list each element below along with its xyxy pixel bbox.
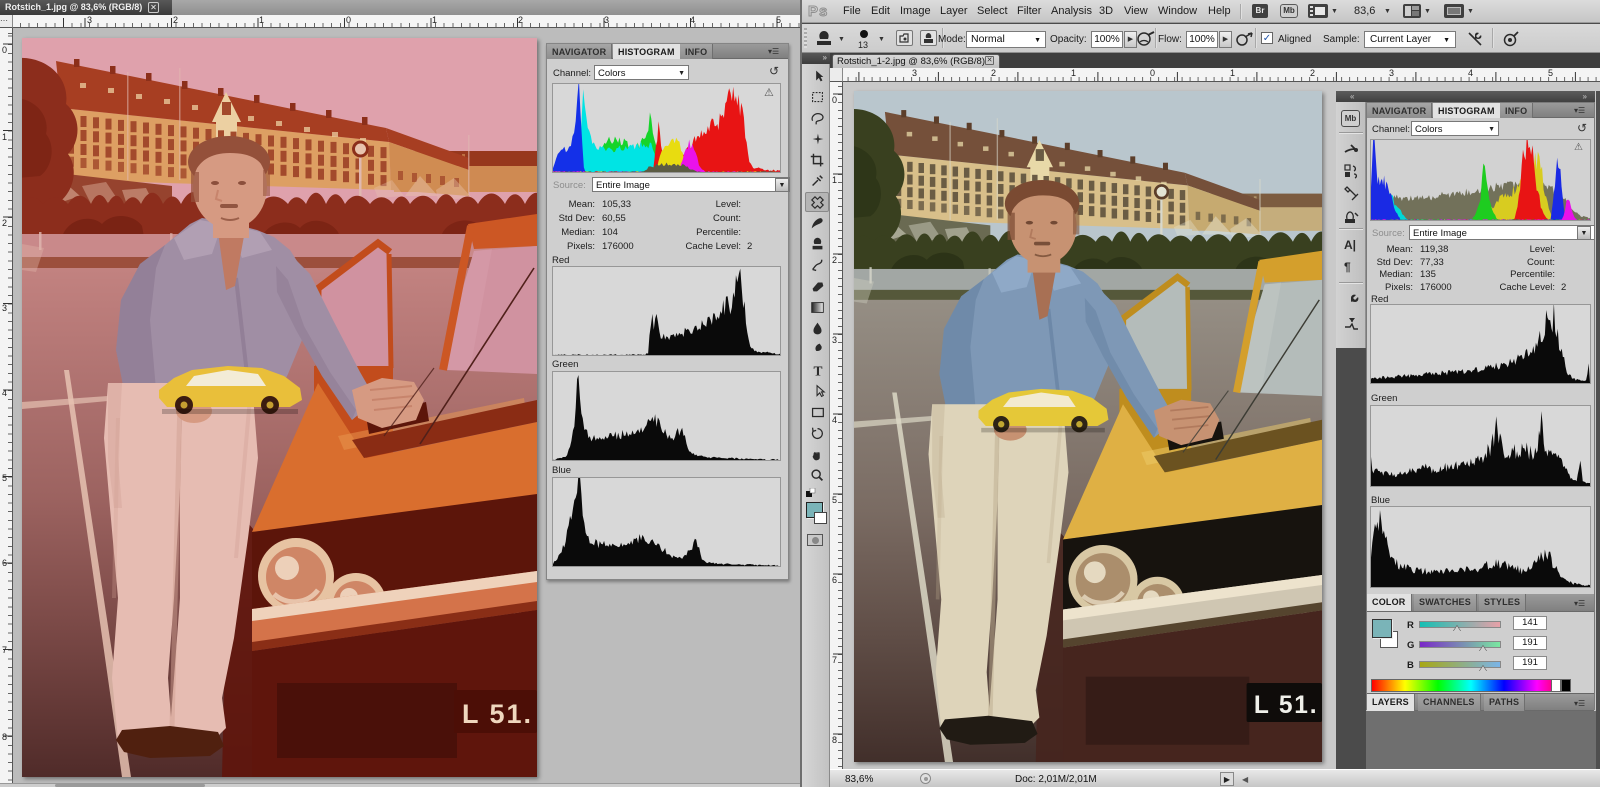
svg-text:T: T (813, 363, 822, 378)
